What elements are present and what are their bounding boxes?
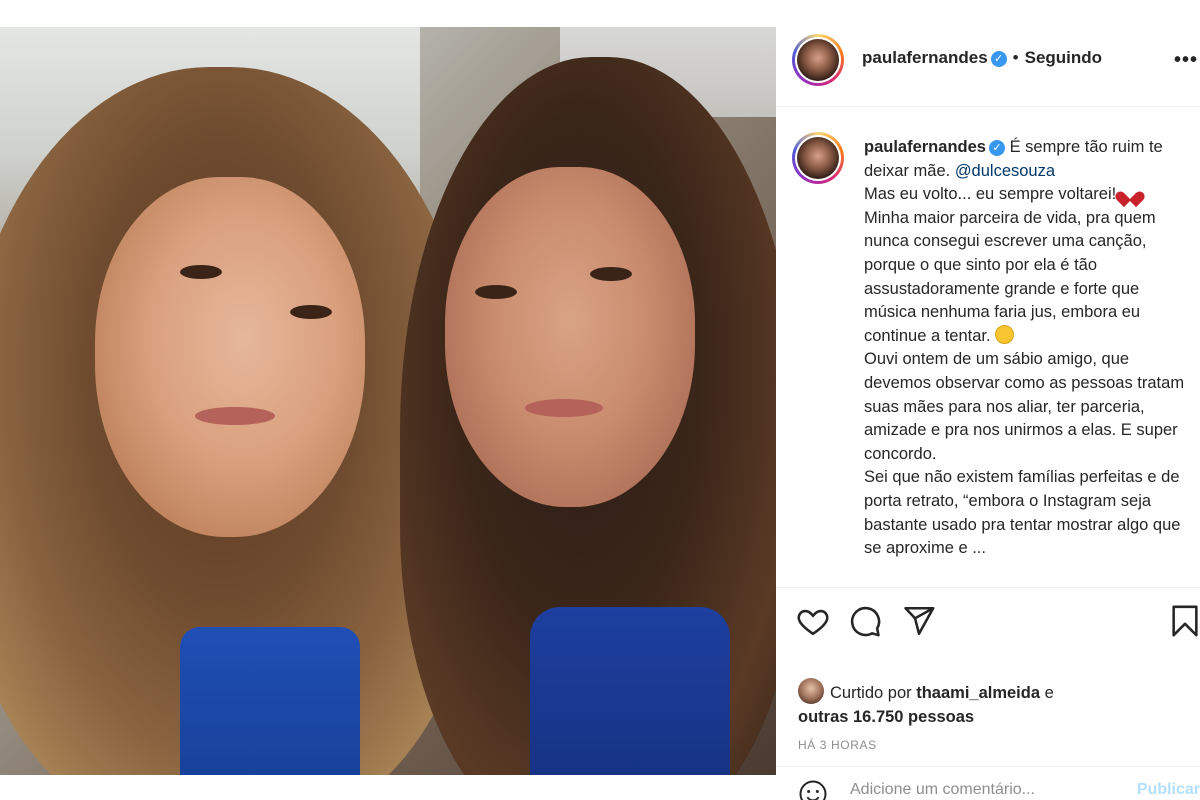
share-icon[interactable] bbox=[902, 604, 936, 638]
right-person-shirt bbox=[530, 607, 730, 775]
liked-by-prefix: Curtido por bbox=[830, 684, 912, 702]
verified-badge-icon: ✓ bbox=[988, 140, 1005, 156]
left-person-eye bbox=[290, 305, 332, 319]
likes-count-link[interactable]: outras 16.750 pessoas bbox=[798, 708, 974, 726]
caption-text: paulafernandes ✓ É sempre tão ruim te dei… bbox=[864, 136, 1194, 561]
publish-button[interactable]: Publicar bbox=[1137, 781, 1200, 799]
right-person-eye bbox=[590, 267, 632, 281]
emoji-icon[interactable] bbox=[798, 779, 828, 800]
comment-input[interactable]: Adicione um comentário... bbox=[850, 781, 1035, 799]
separator-dot: • bbox=[1012, 48, 1019, 67]
comment-icon[interactable] bbox=[848, 604, 882, 638]
right-person-lips bbox=[525, 399, 603, 417]
post-timestamp[interactable]: HÁ 3 HORAS bbox=[798, 738, 877, 752]
author-line: paulafernandes ✓ • Seguindo bbox=[862, 48, 1102, 68]
author-avatar[interactable] bbox=[792, 34, 844, 86]
caption-line: Ouvi ontem de um sábio amigo, que devemo… bbox=[864, 350, 1185, 463]
heart-emoji bbox=[1121, 185, 1139, 201]
caption-line: Mas eu volto... eu sempre voltarei! bbox=[864, 185, 1117, 204]
verified-badge-icon: ✓ bbox=[990, 51, 1007, 67]
caption-line: Minha maior parceira de vida, pra quem n… bbox=[864, 208, 1156, 345]
bookmark-icon[interactable] bbox=[1168, 604, 1200, 638]
smile-emoji bbox=[995, 324, 1015, 344]
left-person-eye bbox=[180, 265, 222, 279]
liked-by-conjunction: e bbox=[1044, 684, 1054, 702]
comment-form: Adicione um comentário... Publicar bbox=[776, 766, 1200, 800]
caption-section: paulafernandes ✓ É sempre tão ruim te dei… bbox=[776, 108, 1200, 586]
post-side-panel: paulafernandes ✓ • Seguindo ••• paulafernan… bbox=[776, 27, 1200, 800]
post-header: paulafernandes ✓ • Seguindo ••• bbox=[776, 27, 1200, 107]
left-person-shirt bbox=[180, 627, 360, 775]
more-options-icon[interactable]: ••• bbox=[1174, 49, 1198, 72]
heart-icon[interactable] bbox=[796, 604, 830, 638]
liker-username[interactable]: thaami_almeida bbox=[916, 684, 1040, 702]
liked-by-text: Curtido por thaami_almeida e outras 16.7… bbox=[798, 678, 1178, 729]
author-username[interactable]: paulafernandes bbox=[862, 48, 988, 67]
caption-author-avatar[interactable] bbox=[792, 132, 844, 184]
caption-line: Sei que não existem famílias perfeitas e… bbox=[864, 468, 1181, 558]
left-person-lips bbox=[195, 407, 275, 425]
right-person-face bbox=[445, 167, 695, 507]
liker-avatar[interactable] bbox=[798, 678, 824, 704]
left-person-face bbox=[95, 177, 365, 537]
mention-link[interactable]: @dulcesouza bbox=[955, 162, 1055, 180]
post-photo[interactable] bbox=[0, 27, 776, 775]
follow-status-button[interactable]: Seguindo bbox=[1025, 48, 1102, 67]
right-person-eye bbox=[475, 285, 517, 299]
post-actions: Curtido por thaami_almeida e outras 16.7… bbox=[776, 587, 1200, 800]
caption-username[interactable]: paulafernandes bbox=[864, 138, 986, 156]
